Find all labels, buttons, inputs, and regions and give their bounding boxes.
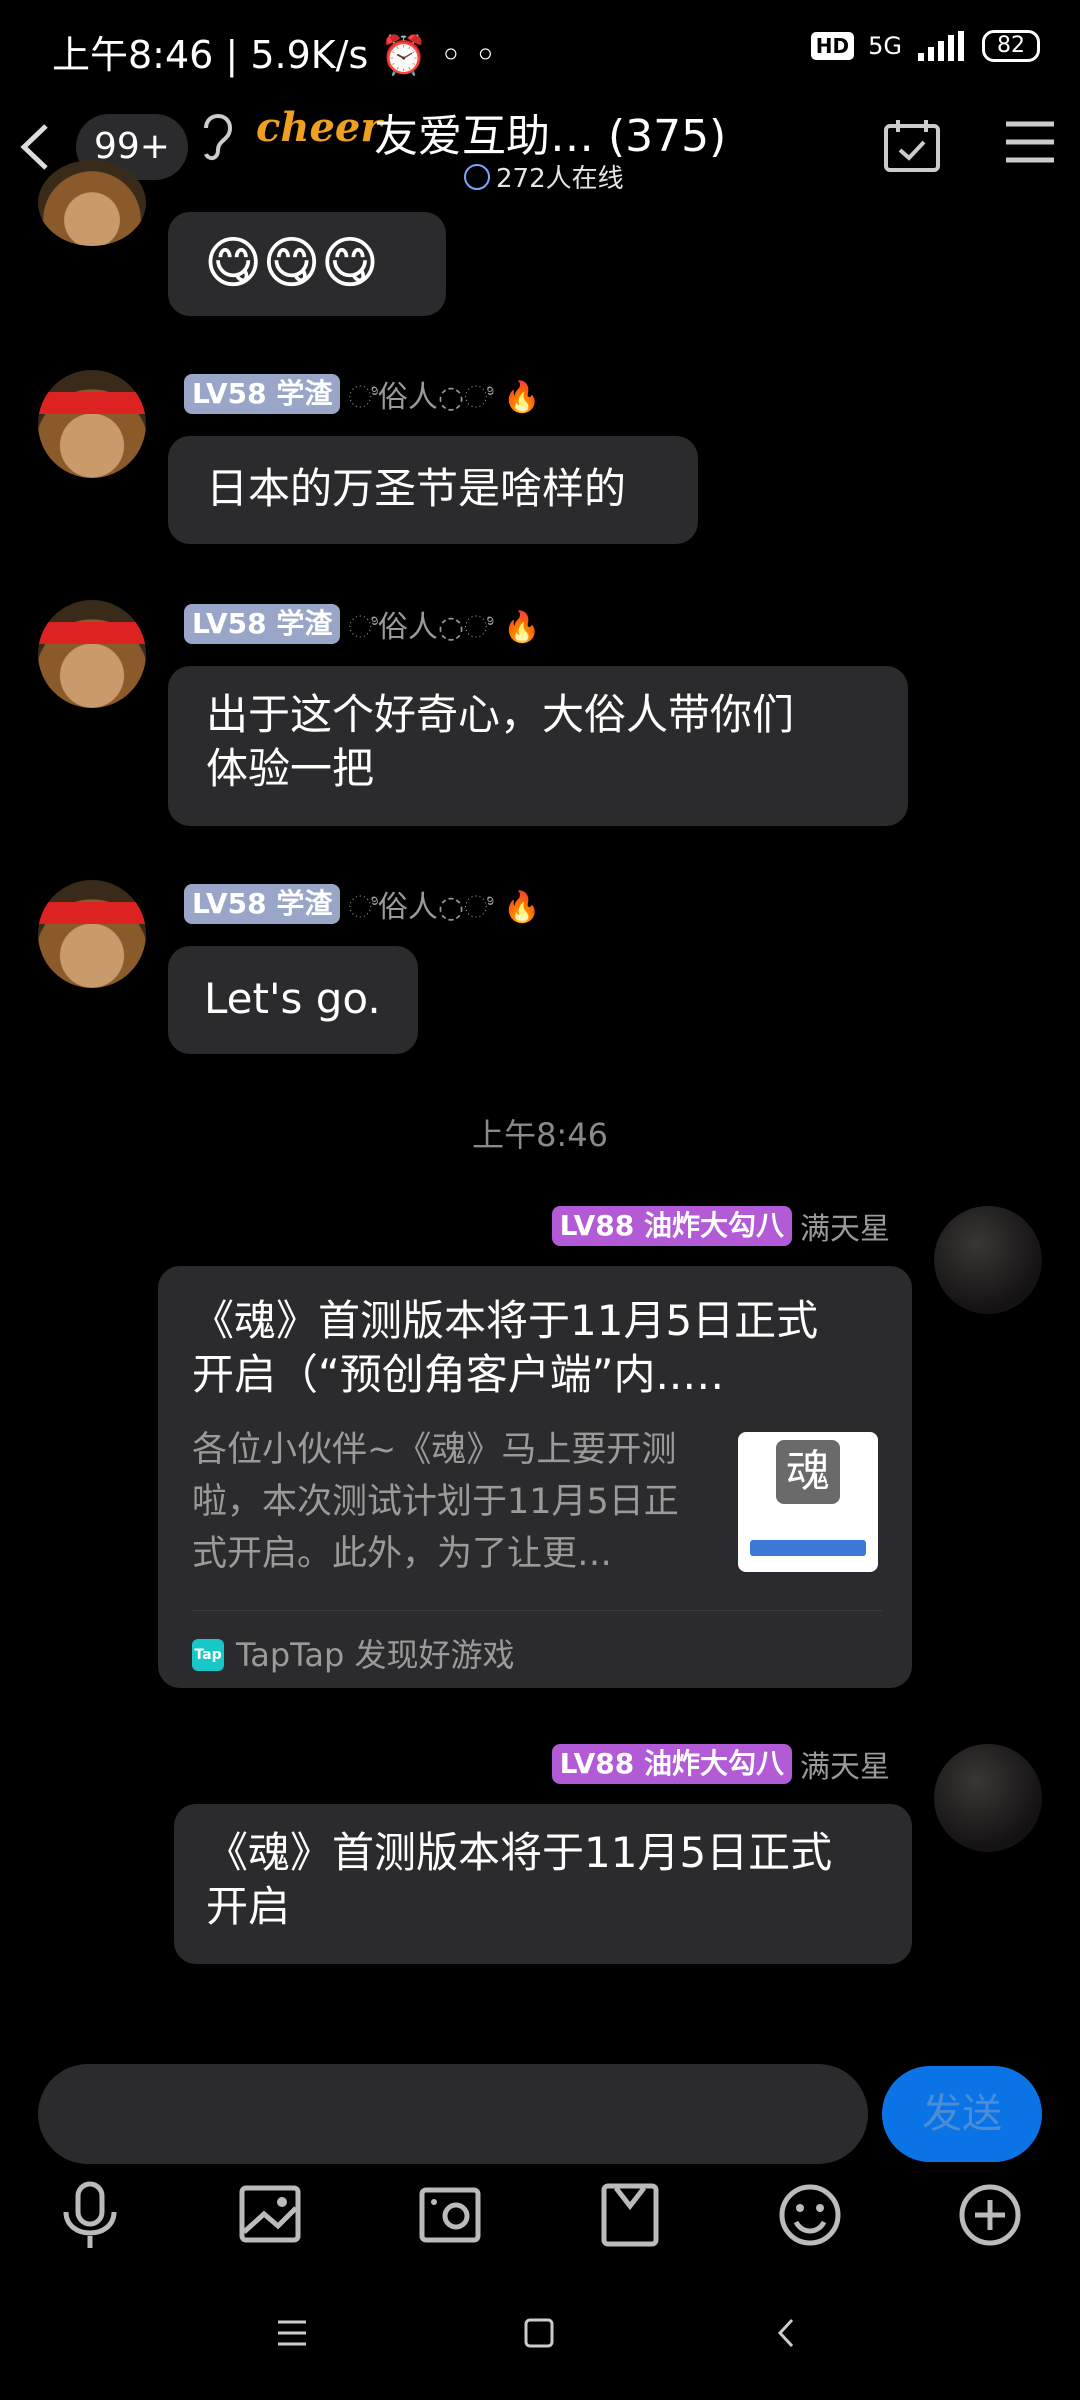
avatar[interactable]: [38, 370, 146, 478]
avatar[interactable]: [38, 880, 146, 988]
avatar[interactable]: [934, 1744, 1042, 1852]
message-bubble[interactable]: 😋😋😋: [168, 212, 446, 316]
image-icon[interactable]: [238, 2180, 302, 2250]
status-icons: HD 5G 82: [810, 30, 1040, 62]
sender-tag: LV58 学渣 ◌ಿ俗人◌ಿ 🔥: [184, 372, 540, 416]
sender-name: 满天星: [800, 1750, 890, 1785]
chevron-down-icon: [464, 163, 490, 190]
message-input[interactable]: [38, 2064, 868, 2164]
status-time: 上午8:46 | 5.9K/s ⏰ ◦ ◦: [52, 33, 497, 77]
card-divider: [192, 1610, 882, 1611]
sender-name: 满天星: [800, 1212, 890, 1247]
ear-icon[interactable]: [196, 108, 236, 164]
level-badge: LV88 油炸大勾八: [551, 1206, 792, 1246]
avatar[interactable]: [38, 600, 146, 708]
chat-title[interactable]: 友爱互助… (375): [374, 100, 726, 164]
card-source: Tap TapTap 发现好游戏: [192, 1628, 515, 1682]
camera-icon[interactable]: [418, 2180, 482, 2250]
card-description: 各位小伙伴~《魂》马上要开测 啦，本次测试计划于11月5日正 式开启。此外，为了…: [192, 1430, 679, 1574]
avatar[interactable]: [934, 1206, 1042, 1314]
back-arrow-icon[interactable]: [16, 122, 56, 172]
sender-name: ◌ಿ俗人◌ಿ 🔥: [348, 380, 541, 415]
calendar-check-icon[interactable]: [882, 118, 942, 174]
network-label: 5G: [868, 32, 902, 60]
battery-indicator: 82: [982, 30, 1040, 62]
microphone-icon[interactable]: [58, 2180, 122, 2250]
card-thumbnail: 魂: [738, 1432, 878, 1572]
message-text-line: 开启: [206, 1882, 291, 1931]
sender-tag: LV88 油炸大勾八 满天星: [551, 1742, 890, 1786]
taptap-icon: Tap: [192, 1639, 224, 1671]
card-source-label: TapTap 发现好游戏: [236, 1636, 515, 1674]
file-icon[interactable]: [598, 2180, 662, 2250]
level-badge: LV58 学渣: [184, 374, 341, 414]
message-bubble[interactable]: Let's go.: [168, 946, 418, 1054]
signal-icon: [918, 31, 964, 61]
emoji-icon[interactable]: [778, 2180, 842, 2250]
menu-icon[interactable]: [1000, 114, 1060, 170]
level-badge: LV88 油炸大勾八: [551, 1744, 792, 1784]
recent-apps-icon[interactable]: [274, 2316, 310, 2350]
level-badge: LV58 学渣: [184, 884, 341, 924]
sender-name: ◌ಿ俗人◌ಿ 🔥: [348, 610, 541, 645]
message-text-line: 体验一把: [206, 744, 375, 793]
game-logo: 魂: [776, 1440, 840, 1504]
message-text-line: 《魂》首测版本将于11月5日正式: [206, 1828, 833, 1877]
send-button[interactable]: 发送: [882, 2066, 1042, 2162]
online-count[interactable]: 272人在线: [464, 158, 624, 195]
message-text-line: 出于这个好奇心，大俗人带你们: [206, 690, 795, 739]
group-prefix-logo: cheer: [256, 104, 382, 151]
message-bubble[interactable]: 《魂》首测版本将于11月5日正式 开启: [174, 1804, 912, 1964]
link-card[interactable]: 《魂》首测版本将于11月5日正式 开启（“预创角客户端”内..… 各位小伙伴~《…: [158, 1266, 912, 1688]
nav-back-icon[interactable]: [772, 2316, 800, 2350]
hd-icon: HD: [810, 32, 855, 60]
message-timestamp: 上午8:46: [472, 1116, 608, 1154]
avatar[interactable]: [38, 160, 146, 246]
plus-icon[interactable]: [958, 2180, 1022, 2250]
thumbnail-button-bar: [750, 1540, 866, 1556]
sender-tag: LV58 学渣 ◌ಿ俗人◌ಿ 🔥: [184, 602, 540, 646]
sender-name: ◌ಿ俗人◌ಿ 🔥: [348, 890, 541, 925]
home-icon[interactable]: [522, 2316, 556, 2350]
status-bar: 上午8:46 | 5.9K/s ⏰ ◦ ◦ HD 5G 82: [0, 0, 1080, 100]
sender-tag: LV88 油炸大勾八 满天星: [551, 1204, 890, 1248]
card-title: 《魂》首测版本将于11月5日正式 开启（“预创角客户端”内..…: [192, 1296, 819, 1399]
level-badge: LV58 学渣: [184, 604, 341, 644]
message-bubble[interactable]: 出于这个好奇心，大俗人带你们 体验一把: [168, 666, 908, 826]
sender-tag: LV58 学渣 ◌ಿ俗人◌ಿ 🔥: [184, 882, 540, 926]
message-bubble[interactable]: 日本的万圣节是啥样的: [168, 436, 698, 544]
